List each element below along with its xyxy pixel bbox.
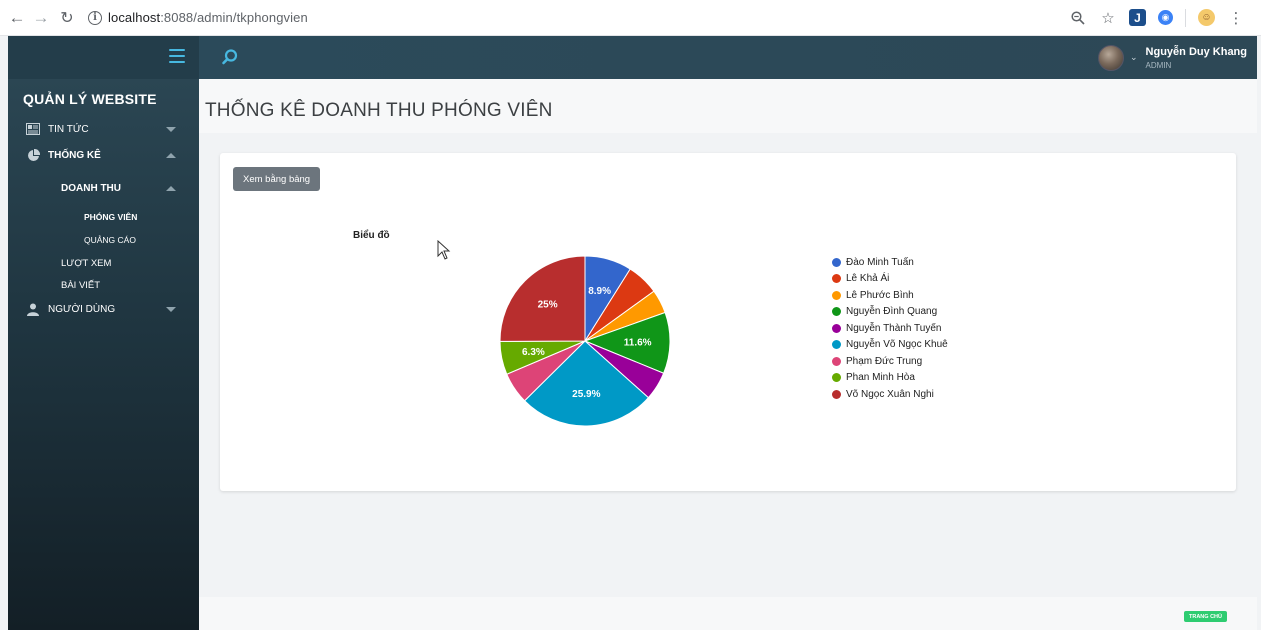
caret-down-icon	[166, 306, 176, 312]
home-button[interactable]: TRANG CHỦ	[1184, 611, 1227, 622]
browser-menu-icon[interactable]: ⋮	[1227, 9, 1245, 27]
legend-item[interactable]: Phan Minh Hòa	[832, 370, 948, 387]
chart-card: Xem bằng bảng Biểu đồ 8.9% 11.6% 25.9% 6.3%…	[220, 153, 1236, 491]
back-arrow-icon[interactable]: ←	[6, 7, 28, 29]
caret-up-icon	[166, 185, 176, 191]
legend-swatch	[832, 389, 841, 399]
user-icon	[26, 303, 40, 316]
chart-title: Biểu đồ	[353, 230, 390, 241]
extension-j-icon[interactable]: J	[1129, 9, 1146, 26]
legend-label: Phạm Đức Trung	[846, 355, 923, 367]
sidebar-item-users[interactable]: NGƯỜI DÙNG	[8, 299, 199, 319]
user-role: ADMIN	[1145, 60, 1172, 70]
legend-label: Phan Minh Hòa	[846, 372, 915, 384]
avatar[interactable]	[1098, 44, 1124, 71]
toolbar-divider	[1185, 8, 1186, 27]
legend-label: Lê Phước Bình	[846, 289, 914, 301]
profile-icon[interactable]: ☺	[1198, 9, 1215, 26]
user-name: Nguyễn Duy Khang	[1145, 45, 1247, 58]
legend-swatch	[832, 257, 841, 267]
mouse-cursor-icon	[437, 240, 451, 260]
sidebar-item-statistics[interactable]: THỐNG KÊ	[8, 145, 199, 165]
caret-down-icon	[166, 126, 176, 132]
sidebar-item-reporter[interactable]: PHÓNG VIÊN	[8, 207, 199, 227]
sidebar-item-news[interactable]: TIN TỨC	[8, 119, 199, 139]
sidebar-item-label: TIN TỨC	[48, 123, 89, 135]
bookmark-star-icon[interactable]: ☆	[1099, 9, 1117, 27]
user-menu[interactable]: ⌄ Nguyễn Duy Khang ADMIN	[1098, 40, 1247, 75]
legend-swatch	[832, 373, 841, 383]
sidebar-item-ads[interactable]: QUẢNG CÁO	[8, 230, 199, 250]
sidebar-item-label: LƯỢT XEM	[61, 257, 112, 269]
legend-label: Nguyễn Thành Tuyến	[846, 322, 942, 334]
pie-slice-label: 8.9%	[588, 286, 611, 297]
sidebar-item-label: NGƯỜI DÙNG	[48, 303, 116, 315]
forward-arrow-icon[interactable]: →	[30, 7, 52, 29]
chart-legend: Đào Minh Tuấn Lê Khả Ái Lê Phước Bình Nguyễ…	[832, 254, 948, 403]
pie-slice-label: 25.9%	[572, 389, 600, 400]
legend-item[interactable]: Lê Phước Bình	[832, 287, 948, 304]
caret-up-icon	[166, 152, 176, 158]
extension-blue-icon[interactable]: ◉	[1158, 10, 1173, 25]
sidebar-header	[8, 36, 199, 79]
hamburger-menu-icon[interactable]	[169, 49, 185, 63]
legend-label: Võ Ngọc Xuân Nghi	[846, 388, 934, 400]
legend-swatch	[832, 290, 841, 300]
chevron-down-icon[interactable]: ⌄	[1130, 52, 1138, 63]
sidebar-item-label: QUẢNG CÁO	[84, 235, 136, 245]
legend-swatch	[832, 307, 841, 317]
pie-slice-label: 11.6%	[624, 338, 652, 349]
sidebar-brand: QUẢN LÝ WEBSITE	[23, 91, 157, 107]
legend-item[interactable]: Lê Khả Ái	[832, 271, 948, 288]
page-header: THỐNG KÊ DOANH THU PHÓNG VIÊN	[199, 79, 1257, 133]
reload-icon[interactable]: ↻	[56, 7, 78, 29]
newspaper-icon	[26, 123, 40, 135]
address-bar[interactable]: localhost:8088/admin/tkphongvien	[108, 10, 308, 25]
legend-swatch	[832, 340, 841, 350]
zoom-icon[interactable]	[1069, 9, 1087, 27]
sidebar: QUẢN LÝ WEBSITE TIN TỨC THỐNG KÊ DOANH T…	[8, 79, 199, 630]
sidebar-item-label: THỐNG KÊ	[48, 149, 101, 161]
sidebar-item-posts[interactable]: BÀI VIẾT	[8, 275, 199, 295]
url-host: localhost	[108, 10, 161, 25]
top-navbar: ⌄ Nguyễn Duy Khang ADMIN	[199, 36, 1257, 79]
search-icon[interactable]	[221, 48, 239, 66]
legend-item[interactable]: Đào Minh Tuấn	[832, 254, 948, 271]
pie-chart[interactable]: 8.9% 11.6% 25.9% 6.3% 25%	[499, 255, 671, 427]
footer: TRANG CHỦ	[199, 597, 1257, 630]
sidebar-item-revenue[interactable]: DOANH THU	[8, 178, 199, 198]
legend-swatch	[832, 356, 841, 366]
legend-swatch	[832, 274, 841, 284]
info-icon[interactable]: i	[88, 10, 102, 25]
legend-label: Lê Khả Ái	[846, 273, 890, 285]
url-path: :8088/admin/tkphongvien	[160, 10, 308, 25]
legend-swatch	[832, 323, 841, 333]
view-as-table-button[interactable]: Xem bằng bảng	[233, 167, 321, 191]
page-title: THỐNG KÊ DOANH THU PHÓNG VIÊN	[205, 100, 553, 121]
legend-item[interactable]: Võ Ngọc Xuân Nghi	[832, 386, 948, 403]
legend-item[interactable]: Phạm Đức Trung	[832, 353, 948, 370]
pie-slice-label: 25%	[538, 299, 558, 310]
sidebar-item-label: PHÓNG VIÊN	[84, 212, 138, 222]
browser-toolbar: ← → ↻ i localhost:8088/admin/tkphongvien…	[0, 0, 1261, 36]
pie-slice-label: 6.3%	[522, 347, 545, 358]
legend-item[interactable]: Nguyễn Đình Quang	[832, 304, 948, 321]
legend-item[interactable]: Nguyễn Thành Tuyến	[832, 320, 948, 337]
sidebar-item-views[interactable]: LƯỢT XEM	[8, 253, 199, 273]
legend-label: Đào Minh Tuấn	[846, 256, 914, 268]
sidebar-item-label: BÀI VIẾT	[61, 279, 101, 291]
sidebar-item-label: DOANH THU	[61, 182, 121, 194]
legend-item[interactable]: Nguyễn Võ Ngọc Khuê	[832, 337, 948, 354]
pie-chart-icon	[26, 148, 40, 161]
legend-label: Nguyễn Đình Quang	[846, 306, 938, 318]
legend-label: Nguyễn Võ Ngọc Khuê	[846, 339, 948, 351]
